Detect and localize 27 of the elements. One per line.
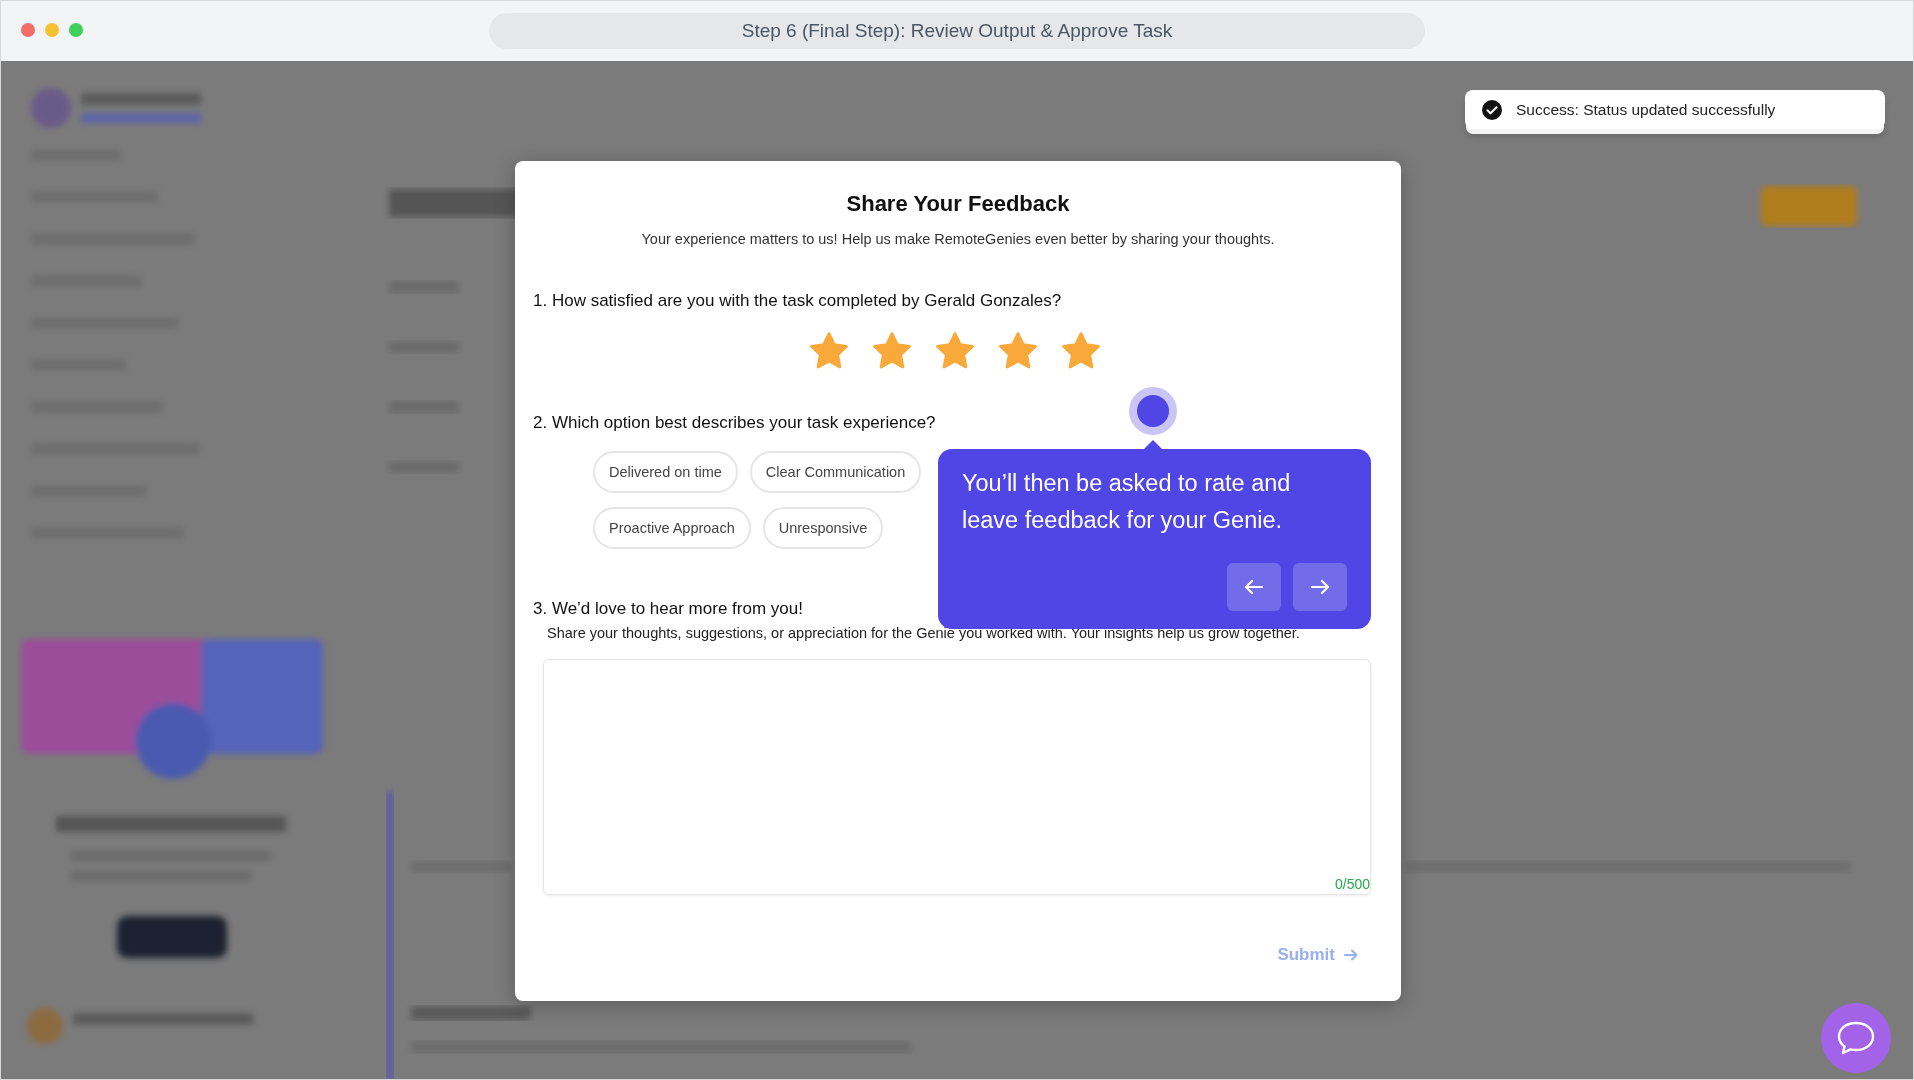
chat-bubble-icon xyxy=(1836,1020,1876,1056)
maximize-button[interactable] xyxy=(69,23,83,37)
pulse-dot-icon xyxy=(1128,386,1178,436)
option-chip[interactable]: Proactive Approach xyxy=(593,507,751,549)
question-label: 2. Which option best describes your task experience? xyxy=(533,413,937,433)
star-icon[interactable] xyxy=(997,331,1039,371)
star-icon[interactable] xyxy=(934,331,976,371)
window-title: Step 6 (Final Step): Review Output & Approve Task xyxy=(489,13,1425,49)
question-label: 1. How satisfied are you with the task completed by Gerald Gonzales? xyxy=(533,291,1063,311)
next-button[interactable] xyxy=(1293,563,1347,611)
minimize-button[interactable] xyxy=(45,23,59,37)
arrow-right-icon xyxy=(1343,947,1359,963)
dialog-subtitle: Your experience matters to us! Help us make RemoteGenies even better by sharing your thoughts. xyxy=(640,231,1276,247)
option-chip[interactable]: Unresponsive xyxy=(762,507,884,549)
character-counter: 0/500 xyxy=(1334,876,1370,892)
question-label: 3. We’d love to hear more from you! xyxy=(533,599,804,619)
star-icon[interactable] xyxy=(808,331,850,371)
previous-button[interactable] xyxy=(1227,563,1281,611)
star-icon[interactable] xyxy=(1060,331,1102,371)
tooltip-text: You’ll then be asked to rate and leave feedback for your Genie. xyxy=(962,469,1292,535)
dialog-title: Share Your Feedback xyxy=(845,191,1071,217)
toast-message: Success: Status updated successfully xyxy=(1516,100,1776,119)
option-chip[interactable]: Clear Communication xyxy=(749,451,922,493)
option-chip[interactable]: Delivered on time xyxy=(593,451,738,493)
star-icon[interactable] xyxy=(871,331,913,371)
check-circle-icon xyxy=(1482,99,1502,120)
close-button[interactable] xyxy=(21,23,35,37)
